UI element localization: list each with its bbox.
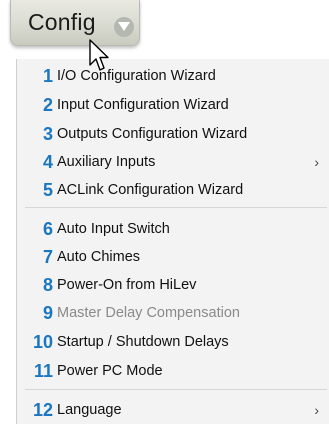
menu-item-language[interactable]: 12 Language › [17,397,329,423]
config-dropdown-menu: 1 I/O Configuration Wizard 2 Input Confi… [16,59,329,424]
menu-item-outputs-configuration-wizard[interactable]: 3 Outputs Configuration Wizard [17,121,329,147]
chevron-down-icon [114,17,134,37]
menu-item-number: 8 [42,274,53,295]
menu-item-power-on-from-hilev[interactable]: 8 Power-On from HiLev [17,272,329,298]
menu-item-label: ACLink Configuration Wizard [57,182,244,198]
menu-item-number: 4 [42,151,53,172]
menu-item-number: 1 [42,65,53,86]
menu-item-power-pc-mode[interactable]: 11 Power PC Mode [17,358,329,384]
menu-item-auto-input-switch[interactable]: 6 Auto Input Switch [17,216,329,242]
menu-item-label: Startup / Shutdown Delays [57,334,229,350]
menu-item-number: 12 [32,399,53,420]
menu-item-label: I/O Configuration Wizard [57,68,216,84]
menu-item-label: Auxiliary Inputs [57,154,156,170]
menu-item-label: Language [57,402,122,418]
menu-item-label: Master Delay Compensation [57,305,240,321]
menu-item-label: Outputs Configuration Wizard [57,126,248,142]
menu-item-label: Auto Input Switch [57,221,170,237]
menu-item-aclink-configuration-wizard[interactable]: 5 ACLink Configuration Wizard [17,177,329,203]
menu-item-number: 6 [42,218,53,239]
menu-item-number: 5 [42,179,53,200]
mouse-pointer-icon [89,39,109,71]
screen: Config 1 I/O Configuration Wizard 2 Inpu… [0,0,329,424]
menu-item-auxiliary-inputs[interactable]: 4 Auxiliary Inputs › [17,149,329,175]
menu-item-number: 9 [42,302,53,323]
menu-item-label: Power PC Mode [57,363,163,379]
menu-item-number: 2 [42,94,53,115]
menu-item-number: 10 [32,331,53,352]
menu-separator [25,207,327,208]
menu-item-number: 3 [42,123,53,144]
menu-item-number: 11 [33,360,53,381]
chevron-right-icon: › [314,402,319,418]
menu-separator [25,389,327,390]
chevron-right-icon: › [314,154,319,170]
menu-item-label: Input Configuration Wizard [57,97,229,113]
config-menu-label: Config [28,9,96,35]
menu-item-label: Power-On from HiLev [57,277,197,293]
menu-item-startup-shutdown-delays[interactable]: 10 Startup / Shutdown Delays [17,329,329,355]
menu-item-number: 7 [42,246,53,267]
menu-item-io-configuration-wizard[interactable]: 1 I/O Configuration Wizard [17,63,329,89]
menu-item-master-delay-compensation: 9 Master Delay Compensation [17,300,329,326]
menu-item-input-configuration-wizard[interactable]: 2 Input Configuration Wizard [17,92,329,118]
menu-item-auto-chimes[interactable]: 7 Auto Chimes [17,244,329,270]
menu-item-label: Auto Chimes [57,249,141,265]
config-menu-button[interactable]: Config [10,0,140,46]
